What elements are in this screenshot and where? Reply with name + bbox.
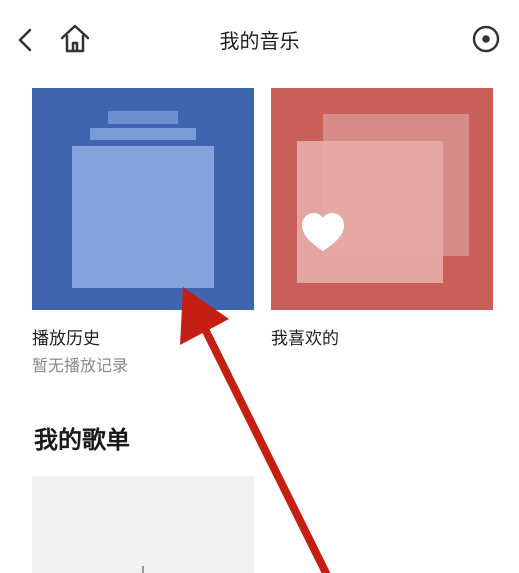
play-history-title: 播放历史: [32, 329, 100, 349]
playlist-placeholder-icon: [32, 476, 254, 573]
liked-songs-title: 我喜欢的: [271, 329, 339, 349]
stacked-albums-icon: [32, 88, 254, 310]
top-navigation-bar: 我的音乐: [0, 0, 519, 80]
home-button[interactable]: [58, 22, 92, 56]
play-history-subtitle: 暂无播放记录: [32, 356, 129, 375]
my-playlists-heading: 我的歌单: [34, 426, 130, 454]
liked-songs-card[interactable]: 我喜欢的: [271, 88, 493, 349]
more-button[interactable]: [471, 24, 501, 54]
play-history-card[interactable]: 播放历史 暂无播放记录: [32, 88, 254, 375]
music-screen: 我的音乐 播放历史 暂无播放记录 我喜欢的 我的歌单: [0, 0, 519, 573]
play-history-cover[interactable]: [32, 88, 254, 310]
back-button[interactable]: [12, 24, 40, 56]
liked-songs-cover[interactable]: [271, 88, 493, 310]
chevron-left-icon: [18, 28, 32, 52]
liked-playlist-icon: [271, 88, 493, 310]
playlist-tile[interactable]: [32, 476, 254, 573]
home-icon: [60, 24, 90, 53]
radio-target-icon: [472, 25, 500, 53]
